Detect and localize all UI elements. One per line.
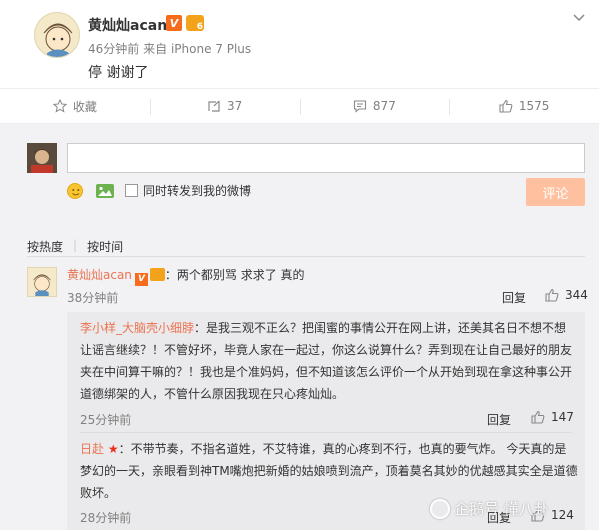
thumbs-up-icon xyxy=(499,99,513,113)
comment-button[interactable]: 877 xyxy=(299,89,450,123)
sort-tabs: 按热度 | 按时间 xyxy=(27,238,133,255)
emoji-icon[interactable] xyxy=(67,183,83,199)
forward-label[interactable]: 同时转发到我的微博 xyxy=(143,182,251,199)
tab-sort-time[interactable]: 按时间 xyxy=(87,238,133,255)
verified-badge[interactable]: V xyxy=(134,273,148,286)
comment-time: 38分钟前 xyxy=(67,291,119,305)
comment-icon xyxy=(353,100,366,113)
repost-icon xyxy=(208,100,220,112)
submit-comment-button[interactable]: 评论 xyxy=(526,178,585,206)
verified-badge[interactable]: V xyxy=(166,15,182,31)
star-outline-icon xyxy=(52,99,67,113)
watermark-logo-icon xyxy=(430,498,450,519)
repost-count: 37 xyxy=(226,99,243,113)
post-source[interactable]: iPhone 7 Plus xyxy=(171,42,251,56)
post-action-bar: 收藏 37 877 1575 xyxy=(0,88,599,124)
favorite-label: 收藏 xyxy=(72,99,97,114)
my-avatar[interactable] xyxy=(27,143,57,173)
comment-section: 同时转发到我的微博 评论 按热度 | 按时间 黄灿灿acan V ：两个都别骂 求求… xyxy=(0,124,599,530)
author-avatar[interactable] xyxy=(34,12,80,58)
comment-body: 黄灿灿acan V ：两个都别骂 求求了 真的 xyxy=(67,266,305,286)
favorite-button[interactable]: 收藏 xyxy=(0,89,150,123)
reply-button[interactable]: 回复 xyxy=(502,289,526,306)
tab-sort-hot[interactable]: 按热度 xyxy=(27,238,73,255)
commenter-avatar[interactable] xyxy=(27,267,57,297)
comment-input[interactable] xyxy=(67,143,585,173)
author-name[interactable]: 黄灿灿acan xyxy=(88,15,167,35)
post-text: 停 谢谢了 xyxy=(88,65,149,81)
forward-checkbox[interactable] xyxy=(125,184,138,197)
comment-count: 877 xyxy=(372,99,396,113)
comment-text: ：两个都别骂 求求了 真的 xyxy=(164,268,305,282)
author-badges: V xyxy=(166,15,204,32)
comment-like-count: 344 xyxy=(565,288,588,302)
thumbs-up-icon xyxy=(545,288,559,302)
reply-like-count: 147 xyxy=(551,410,574,424)
vip-badge[interactable] xyxy=(149,268,165,281)
star-icon: ★ xyxy=(107,442,119,456)
weibo-post: 黄灿灿acan V 46分钟前 来自 iPhone 7 Plus 停 谢谢了 xyxy=(0,0,599,88)
watermark: 企鹅号 懂八卦 xyxy=(430,498,549,519)
post-time[interactable]: 46分钟前 xyxy=(88,42,139,56)
commenter-name[interactable]: 黄灿灿acan xyxy=(67,268,132,282)
reply-like-count: 124 xyxy=(551,508,574,522)
reply-body: 李小样_大脑壳小细脖：是我三观不正么？把闺蜜的事情公开在网上讲，还美其名日不想不… xyxy=(80,317,578,405)
reply-body: 日赴 ★：不带节奏，不指名道姓，不艾特谁，真的心疼到不行，也真的要气炸。 今天真… xyxy=(80,438,578,504)
chevron-down-icon[interactable] xyxy=(573,12,585,24)
thumbs-up-icon xyxy=(531,410,545,424)
reply-author[interactable]: 李小样_大脑壳小细脖 xyxy=(80,321,194,335)
divider xyxy=(80,432,572,433)
reply-time: 25分钟前 xyxy=(80,413,132,427)
like-count: 1575 xyxy=(518,99,550,113)
reply-author[interactable]: 日赴 xyxy=(80,442,104,456)
reply-time: 28分钟前 xyxy=(80,511,132,525)
watermark-text: 企鹅号 懂八卦 xyxy=(454,500,549,518)
divider xyxy=(27,256,585,257)
source-prefix: 来自 xyxy=(143,42,168,56)
post-meta: 46分钟前 来自 iPhone 7 Plus xyxy=(88,40,251,57)
reply-text: ：不带节奏，不指名道姓，不艾特谁，真的心疼到不行，也真的要气炸。 今天真的是梦幻… xyxy=(80,442,578,500)
reply-like-button[interactable]: 147 xyxy=(531,410,574,424)
reply-button[interactable]: 回复 xyxy=(487,411,511,428)
like-button[interactable]: 1575 xyxy=(449,89,599,123)
repost-button[interactable]: 37 xyxy=(149,89,300,123)
comment-like-button[interactable]: 344 xyxy=(545,288,588,302)
sort-divider: | xyxy=(73,238,78,252)
image-icon[interactable] xyxy=(96,184,114,198)
vip-badge[interactable] xyxy=(186,15,204,32)
